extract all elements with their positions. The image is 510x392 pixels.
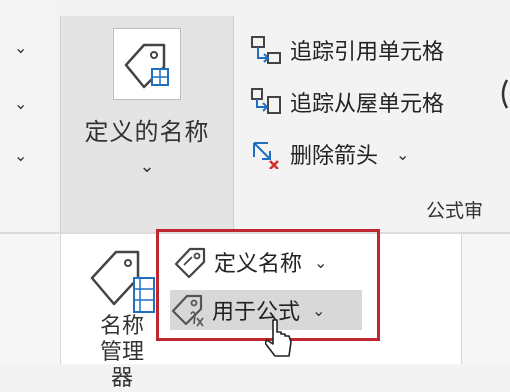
chevron-down-icon[interactable]: ⌄ [14,96,27,112]
name-manager-icon[interactable] [88,244,158,316]
trace-precedents-label: 追踪引用单元格 [290,40,445,65]
defined-names-label: 定义的名称 [84,118,210,146]
remove-arrows-button[interactable]: 删除箭头 ⌄ [250,136,409,172]
chevron-down-icon[interactable]: ⌄ [14,148,27,164]
name-manager-label: 名称 管理器 [92,314,152,392]
name-manager-label-line1: 名称 [99,314,144,339]
name-manager-label-line2: 管理器 [99,340,144,391]
tag-icon [113,28,181,100]
trace-dependents-icon [250,87,282,117]
ribbon-left-group: ⌄ ⌄ ⌄ [0,0,56,232]
mouse-cursor-icon [264,318,293,358]
trace-dependents-button[interactable]: 追踪从屋单元格 [250,84,444,120]
remove-arrows-icon [250,139,282,170]
partial-icon [497,70,510,118]
chevron-down-icon: ⌄ [139,156,155,177]
chevron-down-icon[interactable]: ⌄ [14,40,27,56]
formula-auditing-group-label: 公式审 [426,200,484,222]
trace-precedents-icon [250,35,282,65]
trace-dependents-label: 追踪从屋单元格 [290,92,445,117]
defined-names-button[interactable]: 定义的名称 ⌄ [60,16,234,232]
chevron-down-icon[interactable]: ⌄ [396,145,409,164]
trace-precedents-button[interactable]: 追踪引用单元格 [250,32,444,68]
remove-arrows-label: 删除箭头 [290,144,379,169]
